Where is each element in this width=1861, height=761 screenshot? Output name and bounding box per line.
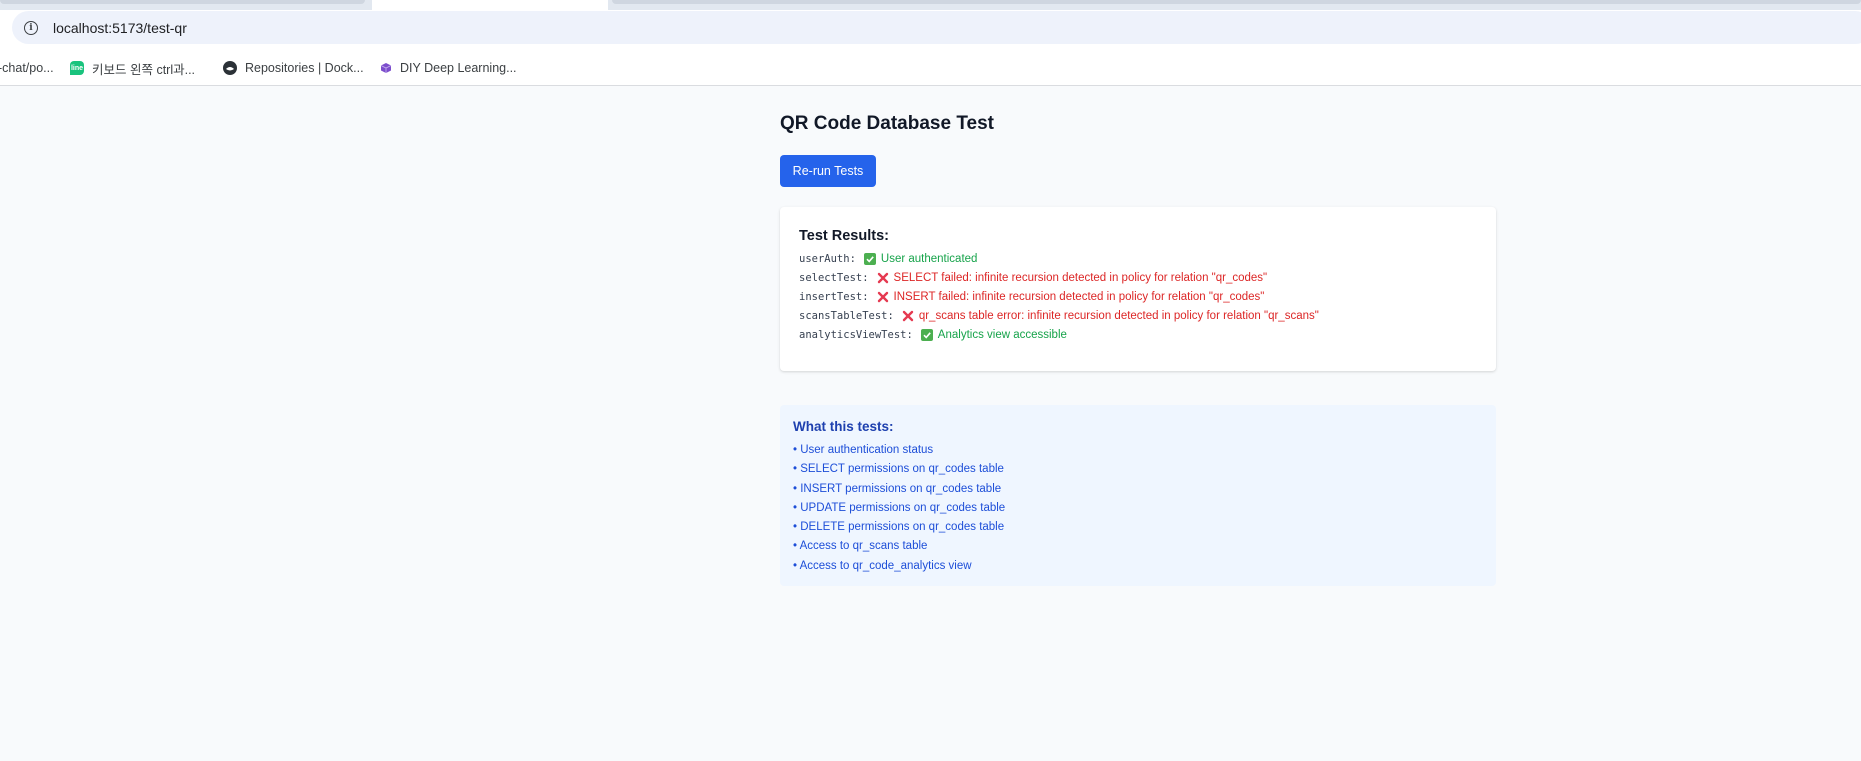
result-key: analyticsViewTest:: [799, 329, 913, 341]
cube-icon: [380, 62, 392, 74]
browser-tab-active[interactable]: [372, 0, 608, 10]
bookmarks-bar: -chat/po... line 키보드 왼쪽 ctrl과... Reposit…: [0, 54, 1861, 82]
result-message: INSERT failed: infinite recursion detect…: [893, 291, 1265, 303]
result-message: Analytics view accessible: [937, 329, 1067, 341]
browser-tab[interactable]: [0, 0, 365, 4]
browser-toolbar: i localhost:5173/test-qr -chat/po... lin…: [0, 10, 1861, 86]
list-item: • User authentication status: [793, 444, 934, 456]
result-row-selecttest: selectTest: SELECT failed: infinite recu…: [799, 272, 1267, 284]
browser-tab[interactable]: [612, 0, 1861, 4]
check-icon: [863, 253, 876, 265]
cross-icon: [902, 310, 914, 322]
result-row-scanstabletest: scansTableTest: qr_scans table error: in…: [799, 310, 1319, 322]
result-key: scansTableTest:: [799, 310, 894, 322]
address-bar[interactable]: i localhost:5173/test-qr: [12, 11, 1861, 44]
result-key: insertTest:: [799, 291, 869, 303]
page-title: QR Code Database Test: [780, 113, 994, 134]
list-item: • Access to qr_scans table: [793, 540, 928, 553]
result-row-analyticsviewtest: analyticsViewTest: Analytics view access…: [799, 329, 1067, 341]
rerun-tests-button[interactable]: Re-run Tests: [780, 155, 876, 187]
result-message: qr_scans table error: infinite recursion…: [918, 310, 1319, 322]
result-key: userAuth:: [799, 253, 856, 265]
cross-icon: [877, 272, 889, 284]
list-item: • SELECT permissions on qr_codes table: [793, 463, 1004, 476]
bookmark-label: -chat/po...: [0, 61, 54, 75]
bookmark-label: DIY Deep Learning...: [400, 61, 517, 75]
result-row-userauth: userAuth: User authenticated: [799, 253, 977, 265]
list-item: • DELETE permissions on qr_codes table: [793, 521, 1005, 534]
result-message: User authenticated: [880, 253, 978, 265]
bookmark-item[interactable]: DIY Deep Learning...: [380, 61, 517, 75]
test-results-card: Test Results: userAuth: User authenticat…: [780, 207, 1496, 371]
info-title: What this tests:: [793, 419, 894, 434]
result-row-inserttest: insertTest: INSERT failed: infinite recu…: [799, 291, 1264, 303]
docker-icon: [223, 61, 237, 75]
cross-icon: [877, 291, 889, 303]
list-item: • INSERT permissions on qr_codes table: [793, 482, 1002, 495]
what-this-tests-box: What this tests: • User authentication s…: [780, 405, 1496, 586]
bookmark-item[interactable]: -chat/po...: [0, 61, 54, 75]
results-title: Test Results:: [799, 228, 889, 244]
site-info-icon[interactable]: i: [24, 20, 38, 35]
result-key: selectTest:: [799, 272, 869, 284]
list-item: • Access to qr_code_analytics view: [793, 559, 972, 572]
chat-icon: line: [70, 61, 84, 75]
browser-tab-strip: [0, 0, 1861, 10]
url-text[interactable]: localhost:5173/test-qr: [53, 20, 187, 36]
info-list: • User authentication status • SELECT pe…: [793, 441, 1005, 576]
bookmark-item[interactable]: line 키보드 왼쪽 ctrl과...: [70, 59, 195, 78]
check-icon: [920, 329, 933, 341]
list-item: • UPDATE permissions on qr_codes table: [793, 501, 1006, 514]
result-message: SELECT failed: infinite recursion detect…: [893, 272, 1268, 284]
bookmark-label: Repositories | Dock...: [245, 61, 364, 75]
bookmark-label: 키보드 왼쪽 ctrl과...: [92, 62, 196, 77]
bookmark-item[interactable]: Repositories | Dock...: [223, 61, 364, 75]
